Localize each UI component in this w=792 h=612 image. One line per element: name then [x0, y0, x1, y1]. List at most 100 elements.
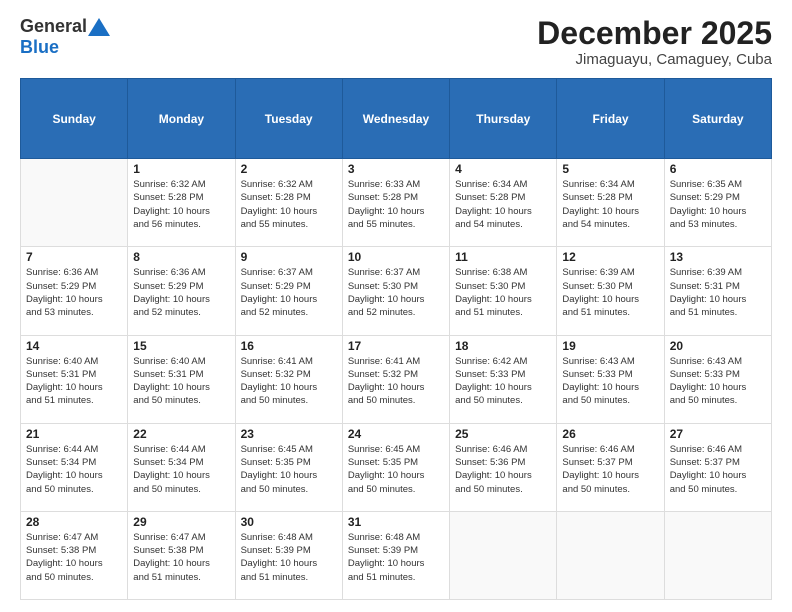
location: Jimaguayu, Camaguey, Cuba [537, 51, 772, 68]
day-number: 15 [133, 339, 229, 353]
weekday-header-wednesday: Wednesday [342, 79, 449, 159]
day-info: Sunrise: 6:34 AM Sunset: 5:28 PM Dayligh… [455, 178, 551, 231]
day-info: Sunrise: 6:39 AM Sunset: 5:31 PM Dayligh… [670, 266, 766, 319]
logo-icon [88, 18, 110, 36]
weekday-header-friday: Friday [557, 79, 664, 159]
day-info: Sunrise: 6:32 AM Sunset: 5:28 PM Dayligh… [241, 178, 337, 231]
day-info: Sunrise: 6:33 AM Sunset: 5:28 PM Dayligh… [348, 178, 444, 231]
day-number: 31 [348, 515, 444, 529]
calendar-cell: 16 Sunrise: 6:41 AM Sunset: 5:32 PM Dayli… [235, 335, 342, 423]
calendar-cell: 19 Sunrise: 6:43 AM Sunset: 5:33 PM Dayli… [557, 335, 664, 423]
day-info: Sunrise: 6:36 AM Sunset: 5:29 PM Dayligh… [26, 266, 122, 319]
day-number: 6 [670, 162, 766, 176]
day-number: 16 [241, 339, 337, 353]
calendar-cell [557, 511, 664, 599]
calendar-cell: 3 Sunrise: 6:33 AM Sunset: 5:28 PM Daylig… [342, 159, 449, 247]
weekday-header-saturday: Saturday [664, 79, 771, 159]
weekday-header-thursday: Thursday [450, 79, 557, 159]
day-info: Sunrise: 6:41 AM Sunset: 5:32 PM Dayligh… [348, 355, 444, 408]
day-number: 10 [348, 250, 444, 264]
day-info: Sunrise: 6:40 AM Sunset: 5:31 PM Dayligh… [133, 355, 229, 408]
day-info: Sunrise: 6:45 AM Sunset: 5:35 PM Dayligh… [348, 443, 444, 496]
calendar-cell: 13 Sunrise: 6:39 AM Sunset: 5:31 PM Dayli… [664, 247, 771, 335]
calendar-table: SundayMondayTuesdayWednesdayThursdayFrid… [20, 78, 772, 600]
day-info: Sunrise: 6:38 AM Sunset: 5:30 PM Dayligh… [455, 266, 551, 319]
day-number: 7 [26, 250, 122, 264]
day-info: Sunrise: 6:47 AM Sunset: 5:38 PM Dayligh… [26, 531, 122, 584]
calendar-cell: 2 Sunrise: 6:32 AM Sunset: 5:28 PM Daylig… [235, 159, 342, 247]
weekday-header-sunday: Sunday [21, 79, 128, 159]
calendar-week-5: 28 Sunrise: 6:47 AM Sunset: 5:38 PM Dayli… [21, 511, 772, 599]
calendar-cell: 24Sunrise: 6:45 AM Sunset: 5:35 PM Dayli… [342, 423, 449, 511]
day-info: Sunrise: 6:32 AM Sunset: 5:28 PM Dayligh… [133, 178, 229, 231]
calendar-cell: 18 Sunrise: 6:42 AM Sunset: 5:33 PM Dayli… [450, 335, 557, 423]
day-number: 8 [133, 250, 229, 264]
calendar-cell: 15 Sunrise: 6:40 AM Sunset: 5:31 PM Dayli… [128, 335, 235, 423]
month-title: December 2025 [537, 16, 772, 51]
day-info: Sunrise: 6:45 AM Sunset: 5:35 PM Dayligh… [241, 443, 337, 496]
day-info: Sunrise: 6:40 AM Sunset: 5:31 PM Dayligh… [26, 355, 122, 408]
day-info: Sunrise: 6:42 AM Sunset: 5:33 PM Dayligh… [455, 355, 551, 408]
day-info: Sunrise: 6:36 AM Sunset: 5:29 PM Dayligh… [133, 266, 229, 319]
page: General Blue December 2025 Jimaguayu, Ca… [0, 0, 792, 612]
calendar-week-3: 14 Sunrise: 6:40 AM Sunset: 5:31 PM Dayli… [21, 335, 772, 423]
calendar-cell: 25 Sunrise: 6:46 AM Sunset: 5:36 PM Dayli… [450, 423, 557, 511]
day-info: Sunrise: 6:39 AM Sunset: 5:30 PM Dayligh… [562, 266, 658, 319]
day-info: Sunrise: 6:46 AM Sunset: 5:36 PM Dayligh… [455, 443, 551, 496]
day-number: 26 [562, 427, 658, 441]
calendar-cell: 22 Sunrise: 6:44 AM Sunset: 5:34 PM Dayli… [128, 423, 235, 511]
calendar-cell: 9 Sunrise: 6:37 AM Sunset: 5:29 PM Daylig… [235, 247, 342, 335]
calendar-week-2: 7 Sunrise: 6:36 AM Sunset: 5:29 PM Daylig… [21, 247, 772, 335]
day-number: 13 [670, 250, 766, 264]
calendar-cell: 10 Sunrise: 6:37 AM Sunset: 5:30 PM Dayli… [342, 247, 449, 335]
day-number: 23 [241, 427, 337, 441]
day-number: 28 [26, 515, 122, 529]
calendar-cell: 21 Sunrise: 6:44 AM Sunset: 5:34 PM Dayli… [21, 423, 128, 511]
day-info: Sunrise: 6:44 AM Sunset: 5:34 PM Dayligh… [133, 443, 229, 496]
day-info: Sunrise: 6:43 AM Sunset: 5:33 PM Dayligh… [562, 355, 658, 408]
calendar-cell: 14 Sunrise: 6:40 AM Sunset: 5:31 PM Dayli… [21, 335, 128, 423]
day-number: 14 [26, 339, 122, 353]
calendar-cell: 20Sunrise: 6:43 AM Sunset: 5:33 PM Dayli… [664, 335, 771, 423]
day-info: Sunrise: 6:41 AM Sunset: 5:32 PM Dayligh… [241, 355, 337, 408]
day-info: Sunrise: 6:34 AM Sunset: 5:28 PM Dayligh… [562, 178, 658, 231]
day-number: 18 [455, 339, 551, 353]
weekday-header-monday: Monday [128, 79, 235, 159]
weekday-header-row: SundayMondayTuesdayWednesdayThursdayFrid… [21, 79, 772, 159]
calendar-cell: 28 Sunrise: 6:47 AM Sunset: 5:38 PM Dayli… [21, 511, 128, 599]
day-info: Sunrise: 6:46 AM Sunset: 5:37 PM Dayligh… [670, 443, 766, 496]
calendar-cell: 6 Sunrise: 6:35 AM Sunset: 5:29 PM Daylig… [664, 159, 771, 247]
day-info: Sunrise: 6:37 AM Sunset: 5:29 PM Dayligh… [241, 266, 337, 319]
calendar-cell: 8 Sunrise: 6:36 AM Sunset: 5:29 PM Daylig… [128, 247, 235, 335]
calendar-cell: 29 Sunrise: 6:47 AM Sunset: 5:38 PM Dayli… [128, 511, 235, 599]
day-number: 3 [348, 162, 444, 176]
calendar-cell [664, 511, 771, 599]
day-info: Sunrise: 6:37 AM Sunset: 5:30 PM Dayligh… [348, 266, 444, 319]
calendar-cell: 1Sunrise: 6:32 AM Sunset: 5:28 PM Daylig… [128, 159, 235, 247]
day-number: 2 [241, 162, 337, 176]
calendar-week-1: 1Sunrise: 6:32 AM Sunset: 5:28 PM Daylig… [21, 159, 772, 247]
calendar-cell: 4Sunrise: 6:34 AM Sunset: 5:28 PM Daylig… [450, 159, 557, 247]
day-number: 29 [133, 515, 229, 529]
header: General Blue December 2025 Jimaguayu, Ca… [20, 16, 772, 68]
calendar-cell: 7 Sunrise: 6:36 AM Sunset: 5:29 PM Daylig… [21, 247, 128, 335]
day-number: 22 [133, 427, 229, 441]
day-number: 17 [348, 339, 444, 353]
day-number: 19 [562, 339, 658, 353]
calendar-cell: 17 Sunrise: 6:41 AM Sunset: 5:32 PM Dayli… [342, 335, 449, 423]
calendar-cell: 26Sunrise: 6:46 AM Sunset: 5:37 PM Dayli… [557, 423, 664, 511]
day-number: 5 [562, 162, 658, 176]
calendar-cell: 31 Sunrise: 6:48 AM Sunset: 5:39 PM Dayli… [342, 511, 449, 599]
day-number: 27 [670, 427, 766, 441]
logo-blue-text: Blue [20, 37, 59, 57]
day-info: Sunrise: 6:44 AM Sunset: 5:34 PM Dayligh… [26, 443, 122, 496]
day-number: 9 [241, 250, 337, 264]
calendar-cell: 30Sunrise: 6:48 AM Sunset: 5:39 PM Dayli… [235, 511, 342, 599]
day-info: Sunrise: 6:47 AM Sunset: 5:38 PM Dayligh… [133, 531, 229, 584]
calendar-cell: 11Sunrise: 6:38 AM Sunset: 5:30 PM Dayli… [450, 247, 557, 335]
day-number: 25 [455, 427, 551, 441]
day-number: 21 [26, 427, 122, 441]
logo: General Blue [20, 16, 111, 58]
day-info: Sunrise: 6:48 AM Sunset: 5:39 PM Dayligh… [348, 531, 444, 584]
day-info: Sunrise: 6:35 AM Sunset: 5:29 PM Dayligh… [670, 178, 766, 231]
